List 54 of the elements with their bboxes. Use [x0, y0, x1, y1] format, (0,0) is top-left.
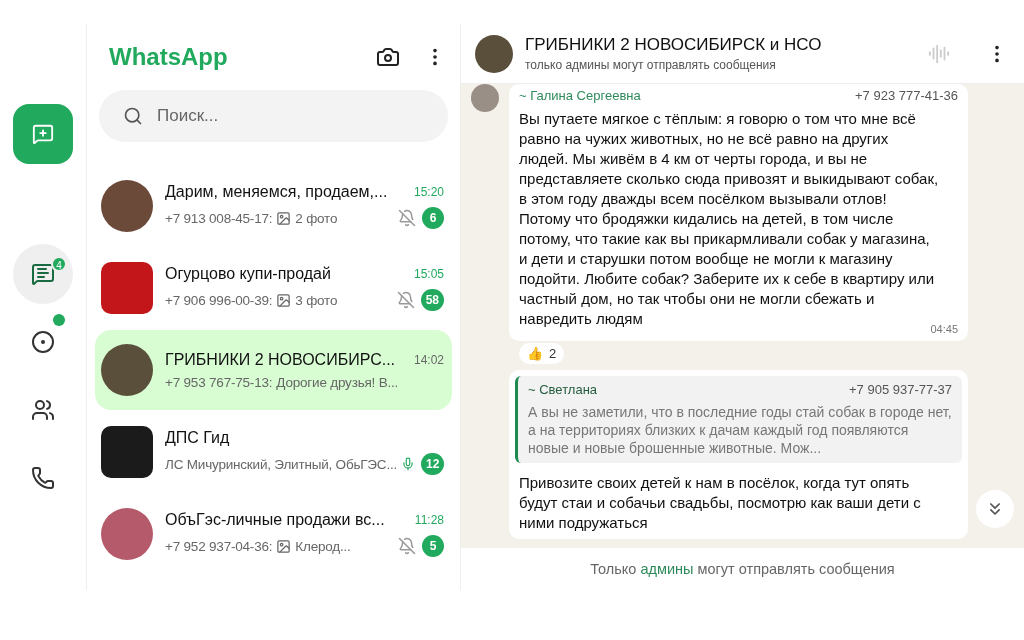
- sender-name: ~ Галина Сергеевна: [519, 88, 641, 103]
- chat-time: 15:20: [413, 185, 444, 199]
- sender-avatar-placeholder: [471, 84, 499, 112]
- communities-icon: [31, 398, 55, 422]
- chat-list-item[interactable]: ДПС Гид ЛС Мичуринский, Элитный, ОбьГЭС... 12: [95, 412, 452, 492]
- chat-name: ДПС Гид: [165, 429, 231, 447]
- search-field[interactable]: Поиск...: [155, 105, 424, 127]
- message-sender: +7 953 767-75-13:: [165, 374, 273, 390]
- message-text: Привозите своих детей к нам в посёлок, когда тут опять будут стаи и собачьи свадьбы, посмотрю как ваши дети с ними подружаться: [519, 473, 922, 533]
- scroll-down-button[interactable]: [976, 490, 1014, 528]
- chat-title: ГРИБНИКИ 2 НОВОСИБИРСК и НСО: [525, 35, 823, 55]
- group-avatar-placeholder: [475, 34, 513, 73]
- chat-list-item[interactable]: Огурцово купи-продай 15:05 +7 906 996-00-39: 3 фото 58: [95, 248, 452, 328]
- reaction-chip[interactable]: 👍 2: [519, 343, 565, 364]
- new-chat-button[interactable]: [13, 104, 73, 164]
- message-time: 04:45: [929, 323, 958, 335]
- quoted-phone: +7 905 937-77-37: [849, 382, 952, 397]
- message-preview: Дорогие друзья! В...: [276, 374, 399, 390]
- chat-list-item[interactable]: ГРИБНИКИ 2 НОВОСИБИРС... 14:02 +7 953 767-75-13: Дорогие друзья! В...: [95, 330, 452, 410]
- message-preview: 2 фото: [295, 210, 338, 226]
- quoted-sender: ~ Светлана: [528, 382, 598, 397]
- app-title: WhatsApp: [109, 43, 229, 71]
- admins-only-notice: Только админы могут отправлять сообщения: [589, 560, 896, 579]
- unread-badge: 5: [422, 535, 444, 557]
- message-preview: ЛС Мичуринский, Элитный, ОбьГЭС...: [165, 456, 398, 472]
- quoted-message[interactable]: ~ Светлана +7 905 937-77-37 А вы не заметили, что в последние годы стай собак в городе нет, а на территориях близких к дачам каждый год появляются новые и новые брошенные животные. Мож...: [515, 376, 962, 463]
- calls-icon: [31, 466, 55, 490]
- chat-name: ГРИБНИКИ 2 НОВОСИБИРС...: [165, 350, 397, 369]
- unread-badge: 58: [420, 289, 444, 311]
- chats-icon: [31, 262, 55, 286]
- quoted-text: А вы не заметили, что в последние годы стай собак в городе нет, а на территориях близких к дачам каждый год появляются новые и новые брошенные животные. Мож...: [528, 403, 952, 457]
- message-sender: +7 906 996-00-39:: [165, 292, 273, 308]
- new-chat-icon: [32, 123, 54, 145]
- chat-time: 11:28: [414, 513, 444, 527]
- chat-time: 14:02: [413, 352, 444, 367]
- message-sender: +7 913 008-45-17:: [165, 210, 273, 226]
- search-bar[interactable]: Поиск...: [99, 90, 448, 142]
- chat-name: Огурцово купи-продай: [165, 265, 332, 283]
- message-preview: 3 фото: [295, 292, 338, 308]
- unread-badge: 4: [51, 256, 67, 272]
- chat-list-item[interactable]: ОбъГэс-личные продажи вс... 11:28 +7 952 937-04-36: Клерод... 5: [95, 494, 452, 574]
- message-preview: Клерод...: [295, 538, 351, 554]
- search-icon: [123, 106, 143, 126]
- chat-name: Дарим, меняемся, продаем,...: [165, 183, 389, 201]
- chat-name: ОбъГэс-личные продажи вс...: [165, 511, 386, 529]
- camera-icon[interactable]: [376, 45, 400, 69]
- chat-time: 15:05: [413, 267, 444, 281]
- chat-subtitle: только админы могут отправлять сообщения: [525, 58, 777, 72]
- chat-list-item[interactable]: Дарим, меняемся, продаем,... 15:20 +7 913 008-45-17: 2 фото 6: [95, 166, 452, 246]
- sender-phone: +7 923 777-41-36: [855, 88, 958, 103]
- unread-badge: 6: [422, 207, 444, 229]
- status-icon: [31, 330, 55, 354]
- message-sender: +7 952 937-04-36:: [165, 538, 273, 554]
- unread-badge: 12: [421, 453, 445, 475]
